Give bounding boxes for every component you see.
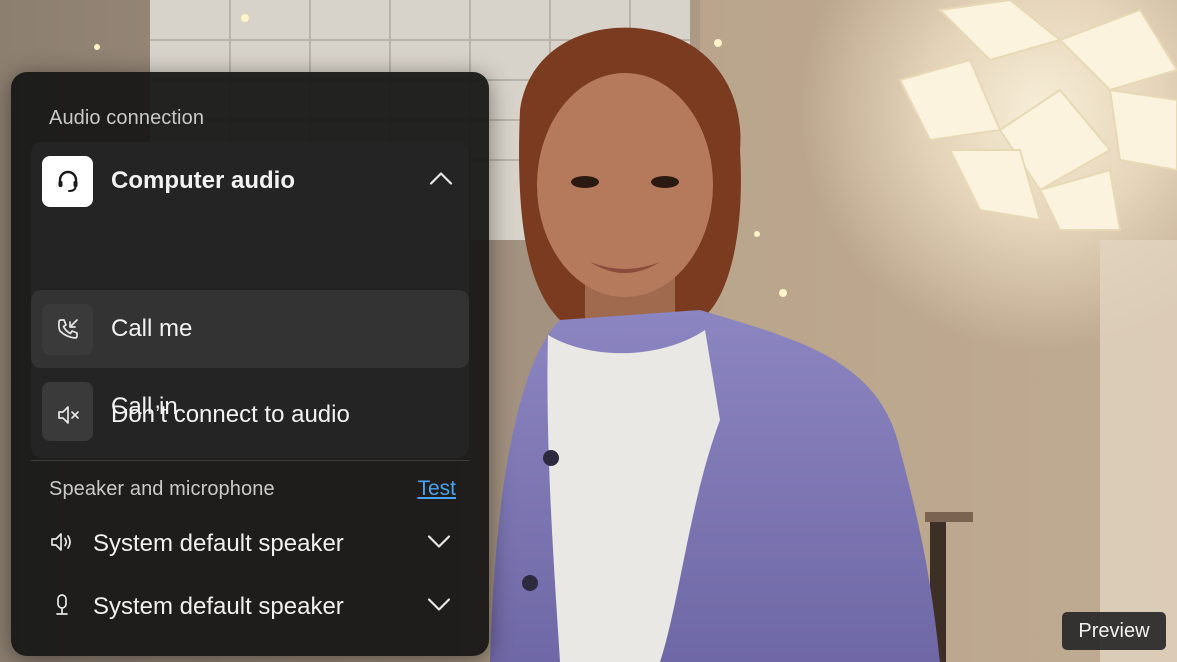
dont-connect-audio-row[interactable]: Don’t connect to audio xyxy=(31,376,469,454)
audio-connection-heading: Audio connection xyxy=(49,107,205,129)
section-divider xyxy=(31,460,469,461)
phone-incoming-icon xyxy=(42,303,93,355)
call-me-option[interactable]: Call me xyxy=(31,290,469,368)
preview-badge: Preview xyxy=(1062,612,1166,650)
computer-audio-label: Computer audio xyxy=(111,167,295,194)
headset-icon xyxy=(42,155,93,207)
chevron-up-icon[interactable] xyxy=(429,172,453,191)
microphone-label: System default speaker xyxy=(93,593,344,620)
call-me-label: Call me xyxy=(111,315,193,342)
speaker-label: System default speaker xyxy=(93,530,344,557)
dont-connect-audio-label: Don’t connect to audio xyxy=(111,401,350,428)
chevron-down-icon[interactable] xyxy=(427,535,451,554)
speaker-muted-icon xyxy=(42,389,93,441)
speaker-select[interactable]: System default speaker xyxy=(11,519,489,569)
microphone-icon xyxy=(49,592,75,623)
test-link[interactable]: Test xyxy=(417,477,456,501)
chevron-down-icon[interactable] xyxy=(427,598,451,617)
speaker-microphone-heading: Speaker and microphone xyxy=(49,478,275,500)
computer-audio-option[interactable]: Computer audio xyxy=(31,142,469,220)
microphone-select[interactable]: System default speaker xyxy=(11,582,489,632)
audio-settings-panel: Audio connection Computer audio Call me … xyxy=(11,72,489,656)
speaker-icon xyxy=(49,529,75,560)
